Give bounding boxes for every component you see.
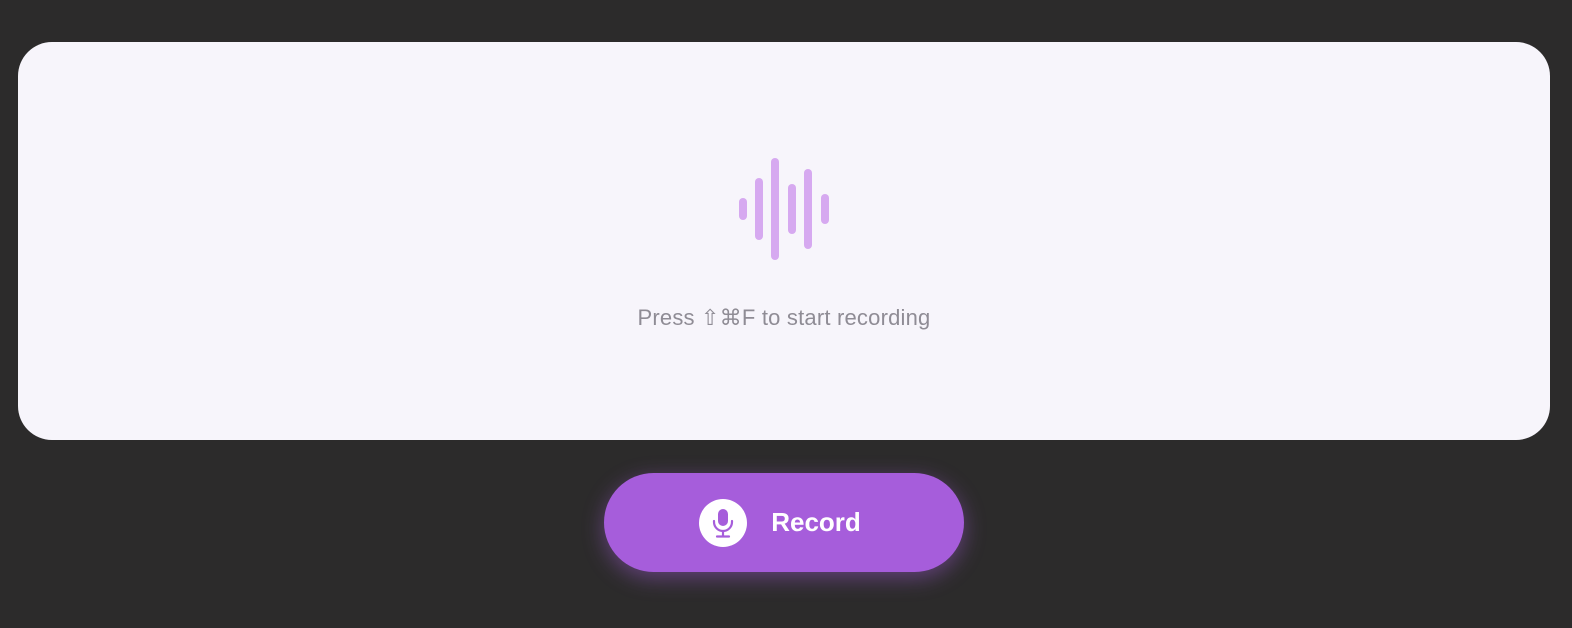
record-button[interactable]: Record [604,473,964,572]
recording-hint: Press ⇧⌘F to start recording [637,305,931,330]
waveform-icon [739,158,829,260]
microphone-icon [699,498,748,547]
record-button-label: Record [771,507,861,537]
